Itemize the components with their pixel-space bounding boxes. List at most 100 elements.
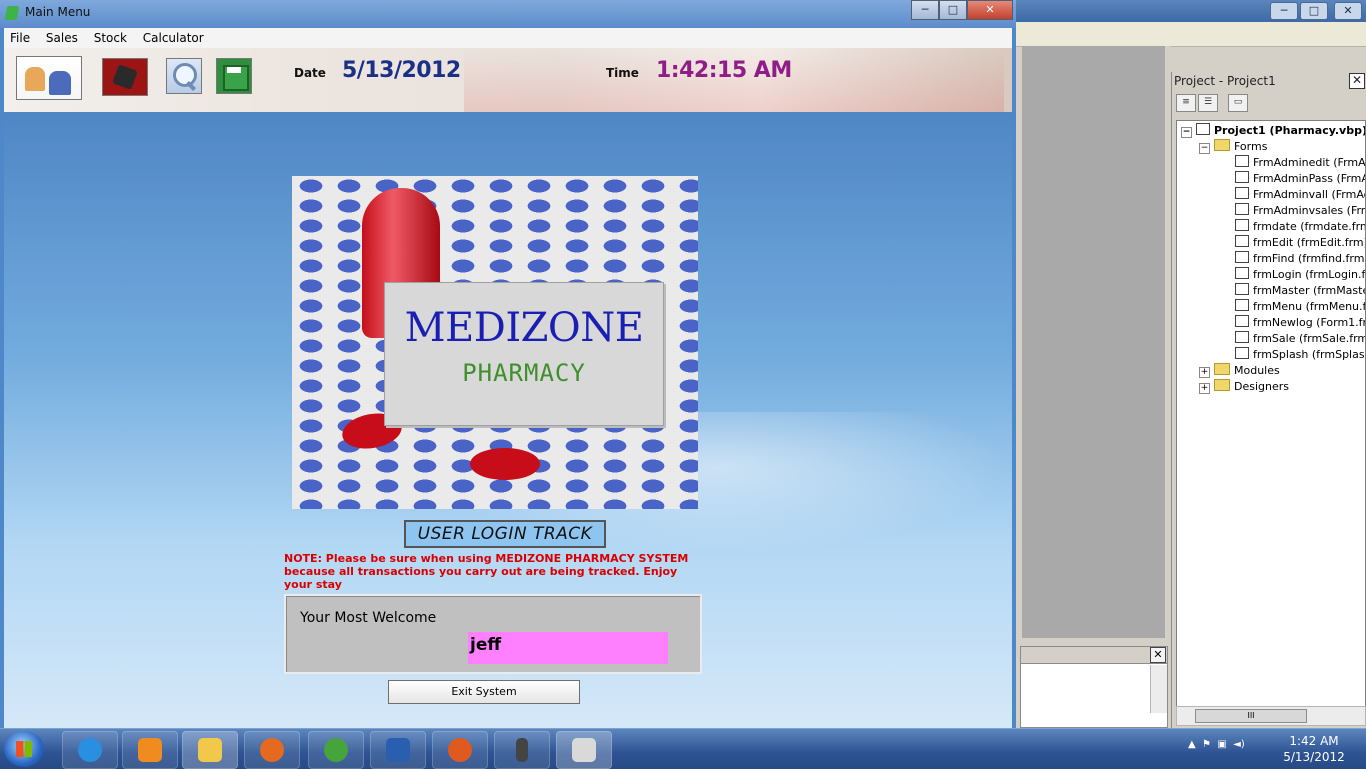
immediate-close-button[interactable]: ✕ bbox=[1150, 647, 1166, 663]
tree-form-item[interactable]: frmFind (frmfind.frm) bbox=[1235, 251, 1366, 267]
tree-form-item[interactable]: frmMenu (frmMenu.frm) bbox=[1235, 299, 1365, 315]
expand-icon[interactable]: + bbox=[1199, 383, 1210, 394]
menu-sales[interactable]: Sales bbox=[40, 28, 84, 48]
toggle-folders-button[interactable]: ▭ bbox=[1228, 94, 1248, 112]
tree-form-label: frmNewlog (Form1.frm) bbox=[1253, 316, 1365, 329]
tree-project-root[interactable]: − Project1 (Pharmacy.vbp) bbox=[1181, 123, 1366, 139]
dice-icon[interactable] bbox=[102, 58, 148, 96]
medizone-logo: MEDIZONE PHARMACY bbox=[292, 176, 698, 509]
mascot-foot-shape bbox=[470, 448, 540, 480]
tree-form-item[interactable]: frmSale (frmSale.frm) bbox=[1235, 331, 1366, 347]
media-player-icon[interactable] bbox=[122, 731, 178, 769]
tree-form-item[interactable]: frmNewlog (Form1.frm) bbox=[1235, 315, 1365, 331]
scrollbar-thumb[interactable]: III bbox=[1195, 709, 1307, 723]
person-icon bbox=[25, 67, 45, 91]
close-button[interactable]: ✕ bbox=[967, 0, 1013, 20]
taskbar-clock[interactable]: 1:42 AM 5/13/2012 bbox=[1274, 733, 1354, 765]
window-title: Main Menu bbox=[25, 5, 91, 19]
project-tree-hscrollbar[interactable]: III bbox=[1176, 706, 1366, 726]
tree-form-item[interactable]: frmLogin (frmLogin.frm) bbox=[1235, 267, 1366, 283]
users-icon[interactable] bbox=[16, 56, 82, 100]
collapse-icon[interactable]: − bbox=[1199, 143, 1210, 154]
tree-form-label: frmLogin (frmLogin.frm) bbox=[1253, 268, 1366, 281]
project-tree[interactable]: − Project1 (Pharmacy.vbp) − Forms FrmAdmin… bbox=[1176, 120, 1366, 712]
file-explorer-icon[interactable] bbox=[182, 731, 238, 769]
logo-title: MEDIZONE bbox=[404, 305, 644, 351]
form-icon bbox=[1235, 347, 1249, 359]
save-disk-icon[interactable] bbox=[216, 58, 252, 94]
tree-form-item[interactable]: FrmAdminvsales (FrmAc bbox=[1235, 203, 1365, 219]
folder-icon bbox=[1214, 363, 1230, 375]
expand-icon[interactable]: + bbox=[1199, 367, 1210, 378]
tree-form-label: FrmAdminedit (FrmAdmi bbox=[1253, 156, 1366, 169]
tree-folder-modules[interactable]: + Modules bbox=[1199, 363, 1280, 379]
firefox-icon[interactable] bbox=[244, 731, 300, 769]
tree-folder-forms[interactable]: − Forms bbox=[1199, 139, 1267, 155]
tree-folder-label: Forms bbox=[1234, 140, 1268, 153]
system-tray[interactable]: ▲ ⚑ ▣ ◄) bbox=[1188, 739, 1245, 750]
date-value: 5/13/2012 bbox=[342, 58, 461, 83]
logo-sign: MEDIZONE PHARMACY bbox=[384, 282, 664, 426]
tree-project-root-label: Project1 (Pharmacy.vbp) bbox=[1214, 124, 1366, 137]
tree-form-label: frmMenu (frmMenu.frm) bbox=[1253, 300, 1365, 313]
exit-system-button[interactable]: Exit System bbox=[388, 680, 580, 704]
welcome-label: Your Most Welcome bbox=[300, 610, 437, 626]
form-icon bbox=[1235, 219, 1249, 231]
start-button[interactable] bbox=[4, 731, 44, 767]
ide-minimize-button[interactable]: ─ bbox=[1270, 2, 1298, 20]
word-icon[interactable] bbox=[370, 731, 426, 769]
minimize-button[interactable]: ─ bbox=[911, 0, 939, 20]
tree-form-item[interactable]: frmEdit (frmEdit.frm) bbox=[1235, 235, 1365, 251]
view-object-button[interactable]: ☰ bbox=[1198, 94, 1218, 112]
form-icon bbox=[1235, 299, 1249, 311]
collapse-icon[interactable]: − bbox=[1181, 127, 1192, 138]
time-label: Time bbox=[606, 66, 639, 80]
form-icon bbox=[1235, 187, 1249, 199]
project-explorer-title-text: Project - Project1 bbox=[1174, 74, 1276, 88]
die-shape bbox=[112, 64, 138, 90]
immediate-scrollbar[interactable] bbox=[1150, 665, 1167, 713]
tree-form-item[interactable]: FrmAdminedit (FrmAdmi bbox=[1235, 155, 1366, 171]
maximize-button[interactable]: □ bbox=[939, 0, 967, 20]
window-titlebar[interactable]: Main Menu ─ □ ✕ bbox=[0, 0, 1016, 28]
project-explorer-close-button[interactable]: ✕ bbox=[1349, 73, 1365, 89]
menubar: File Sales Stock Calculator bbox=[4, 28, 1012, 49]
menu-calculator[interactable]: Calculator bbox=[137, 28, 210, 48]
utorrent-icon[interactable] bbox=[308, 731, 364, 769]
tree-form-item[interactable]: frmMaster (frmMaster.f bbox=[1235, 283, 1365, 299]
tree-form-label: frmFind (frmfind.frm) bbox=[1253, 252, 1366, 265]
tree-form-item[interactable]: FrmAdminPass (FrmAdm bbox=[1235, 171, 1365, 187]
tree-folder-label: Designers bbox=[1234, 380, 1289, 393]
window-controls: ─ □ ✕ bbox=[911, 0, 1013, 20]
immediate-window-header: ✕ bbox=[1021, 647, 1167, 664]
tree-form-item[interactable]: frmSplash (frmSplash.fr bbox=[1235, 347, 1365, 363]
project-icon bbox=[1196, 123, 1210, 135]
tracking-note: NOTE: Please be sure when using MEDIZONE… bbox=[284, 552, 689, 591]
form-icon bbox=[1235, 251, 1249, 263]
taskbar: ▲ ⚑ ▣ ◄) 1:42 AM 5/13/2012 bbox=[0, 728, 1366, 769]
tree-folder-designers[interactable]: + Designers bbox=[1199, 379, 1289, 395]
magnifier-icon[interactable] bbox=[166, 58, 202, 94]
person-icon bbox=[49, 71, 71, 95]
disk-label-shape bbox=[227, 67, 241, 73]
vb6-icon[interactable] bbox=[556, 731, 612, 769]
menu-file[interactable]: File bbox=[4, 28, 36, 48]
tree-form-item[interactable]: frmdate (frmdate.frm) bbox=[1235, 219, 1365, 235]
ie-icon[interactable] bbox=[62, 731, 118, 769]
form-icon bbox=[1235, 203, 1249, 215]
tree-form-label: frmSale (frmSale.frm) bbox=[1253, 332, 1366, 345]
view-code-button[interactable]: ≡ bbox=[1176, 94, 1196, 112]
tree-form-item[interactable]: FrmAdminvall (FrmAdmi bbox=[1235, 187, 1365, 203]
ide-restore-button[interactable]: □ bbox=[1300, 2, 1328, 20]
ide-close-button[interactable]: ✕ bbox=[1334, 2, 1362, 20]
menu-stock[interactable]: Stock bbox=[88, 28, 133, 48]
immediate-window[interactable]: ✕ bbox=[1020, 646, 1168, 728]
form-icon bbox=[1235, 171, 1249, 183]
date-label: Date bbox=[294, 66, 326, 80]
project-explorer-toolbar: ≡ ☰ ▭ bbox=[1172, 90, 1366, 116]
tree-folder-label: Modules bbox=[1234, 364, 1280, 377]
phone-icon[interactable] bbox=[494, 731, 550, 769]
office-icon[interactable] bbox=[432, 731, 488, 769]
tree-form-label: FrmAdminPass (FrmAdm bbox=[1253, 172, 1365, 185]
tree-form-label: FrmAdminvall (FrmAdmi bbox=[1253, 188, 1365, 201]
